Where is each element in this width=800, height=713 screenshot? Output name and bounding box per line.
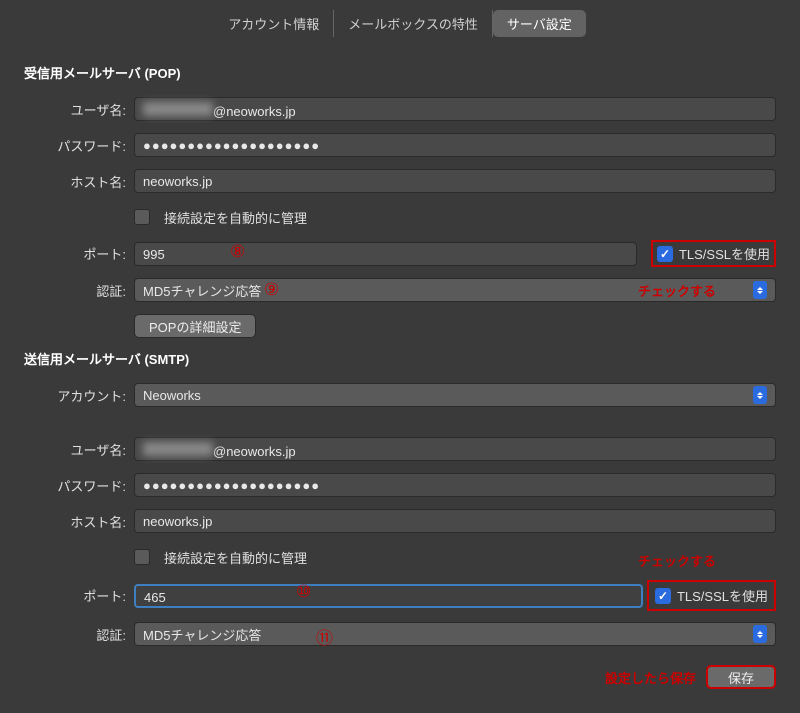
outgoing-host-label: ホスト名: bbox=[24, 512, 134, 531]
outgoing-pass-input[interactable]: ●●●●●●●●●●●●●●●●●●●● bbox=[134, 473, 776, 497]
incoming-auth-select[interactable]: MD5チャレンジ応答 bbox=[134, 278, 776, 302]
incoming-auto-manage-label: 接続設定を自動的に管理 bbox=[164, 208, 307, 227]
tab-account-info[interactable]: アカウント情報 bbox=[214, 10, 334, 37]
outgoing-port-input[interactable]: 465 bbox=[134, 584, 643, 608]
updown-icon bbox=[753, 386, 767, 404]
incoming-host-label: ホスト名: bbox=[24, 172, 134, 191]
outgoing-user-label: ユーザ名: bbox=[24, 440, 134, 459]
outgoing-user-redacted bbox=[143, 442, 213, 456]
incoming-auth-value: MD5チャレンジ応答 bbox=[143, 281, 261, 300]
incoming-auto-manage-checkbox[interactable] bbox=[134, 209, 150, 225]
incoming-user-redacted bbox=[143, 102, 213, 116]
outgoing-account-label: アカウント: bbox=[24, 386, 134, 405]
tab-bar: アカウント情報 メールボックスの特性 サーバ設定 bbox=[0, 0, 800, 53]
annotation-save-note: 設定したら保存 bbox=[605, 668, 696, 687]
outgoing-auth-value: MD5チャレンジ応答 bbox=[143, 625, 261, 644]
tab-server-settings[interactable]: サーバ設定 bbox=[493, 10, 586, 37]
incoming-port-label: ポート: bbox=[24, 244, 134, 263]
pop-detail-button[interactable]: POPの詳細設定 bbox=[134, 314, 256, 338]
outgoing-auto-manage-checkbox[interactable] bbox=[134, 549, 150, 565]
incoming-user-label: ユーザ名: bbox=[24, 100, 134, 119]
incoming-title: 受信用メールサーバ (POP) bbox=[24, 63, 776, 82]
outgoing-auto-manage-label: 接続設定を自動的に管理 bbox=[164, 548, 307, 567]
incoming-tls-checkbox[interactable] bbox=[657, 246, 673, 262]
updown-icon bbox=[753, 625, 767, 643]
incoming-tls-highlight: TLS/SSLを使用 bbox=[651, 240, 776, 267]
annotation-check-it-2: チェックする bbox=[638, 551, 716, 570]
outgoing-tls-checkbox[interactable] bbox=[655, 588, 671, 604]
incoming-tls-label: TLS/SSLを使用 bbox=[679, 244, 770, 263]
outgoing-tls-label: TLS/SSLを使用 bbox=[677, 586, 768, 605]
outgoing-port-label: ポート: bbox=[24, 586, 134, 605]
outgoing-account-select[interactable]: Neoworks bbox=[134, 383, 776, 407]
outgoing-user-input[interactable]: @neoworks.jp bbox=[134, 437, 776, 461]
incoming-pass-label: パスワード: bbox=[24, 136, 134, 155]
outgoing-auth-label: 認証: bbox=[24, 625, 134, 644]
incoming-section: 受信用メールサーバ (POP) ユーザ名: @neoworks.jp パスワード… bbox=[0, 63, 800, 339]
tab-mailbox[interactable]: メールボックスの特性 bbox=[334, 10, 493, 37]
updown-icon bbox=[753, 281, 767, 299]
outgoing-title: 送信用メールサーバ (SMTP) bbox=[24, 349, 776, 368]
outgoing-user-suffix: @neoworks.jp bbox=[213, 444, 296, 459]
incoming-user-input[interactable]: @neoworks.jp bbox=[134, 97, 776, 121]
outgoing-tls-highlight: TLS/SSLを使用 bbox=[647, 580, 776, 611]
outgoing-host-input[interactable]: neoworks.jp bbox=[134, 509, 776, 533]
incoming-port-input[interactable]: 995 bbox=[134, 242, 637, 266]
outgoing-pass-label: パスワード: bbox=[24, 476, 134, 495]
outgoing-auth-select[interactable]: MD5チャレンジ応答 bbox=[134, 622, 776, 646]
incoming-pass-input[interactable]: ●●●●●●●●●●●●●●●●●●●● bbox=[134, 133, 776, 157]
outgoing-section: 送信用メールサーバ (SMTP) アカウント: Neoworks ユーザ名: @… bbox=[0, 349, 800, 647]
incoming-host-input[interactable]: neoworks.jp bbox=[134, 169, 776, 193]
incoming-user-suffix: @neoworks.jp bbox=[213, 104, 296, 119]
outgoing-account-value: Neoworks bbox=[143, 388, 201, 403]
incoming-auth-label: 認証: bbox=[24, 281, 134, 300]
save-button[interactable]: 保存 bbox=[706, 665, 776, 689]
